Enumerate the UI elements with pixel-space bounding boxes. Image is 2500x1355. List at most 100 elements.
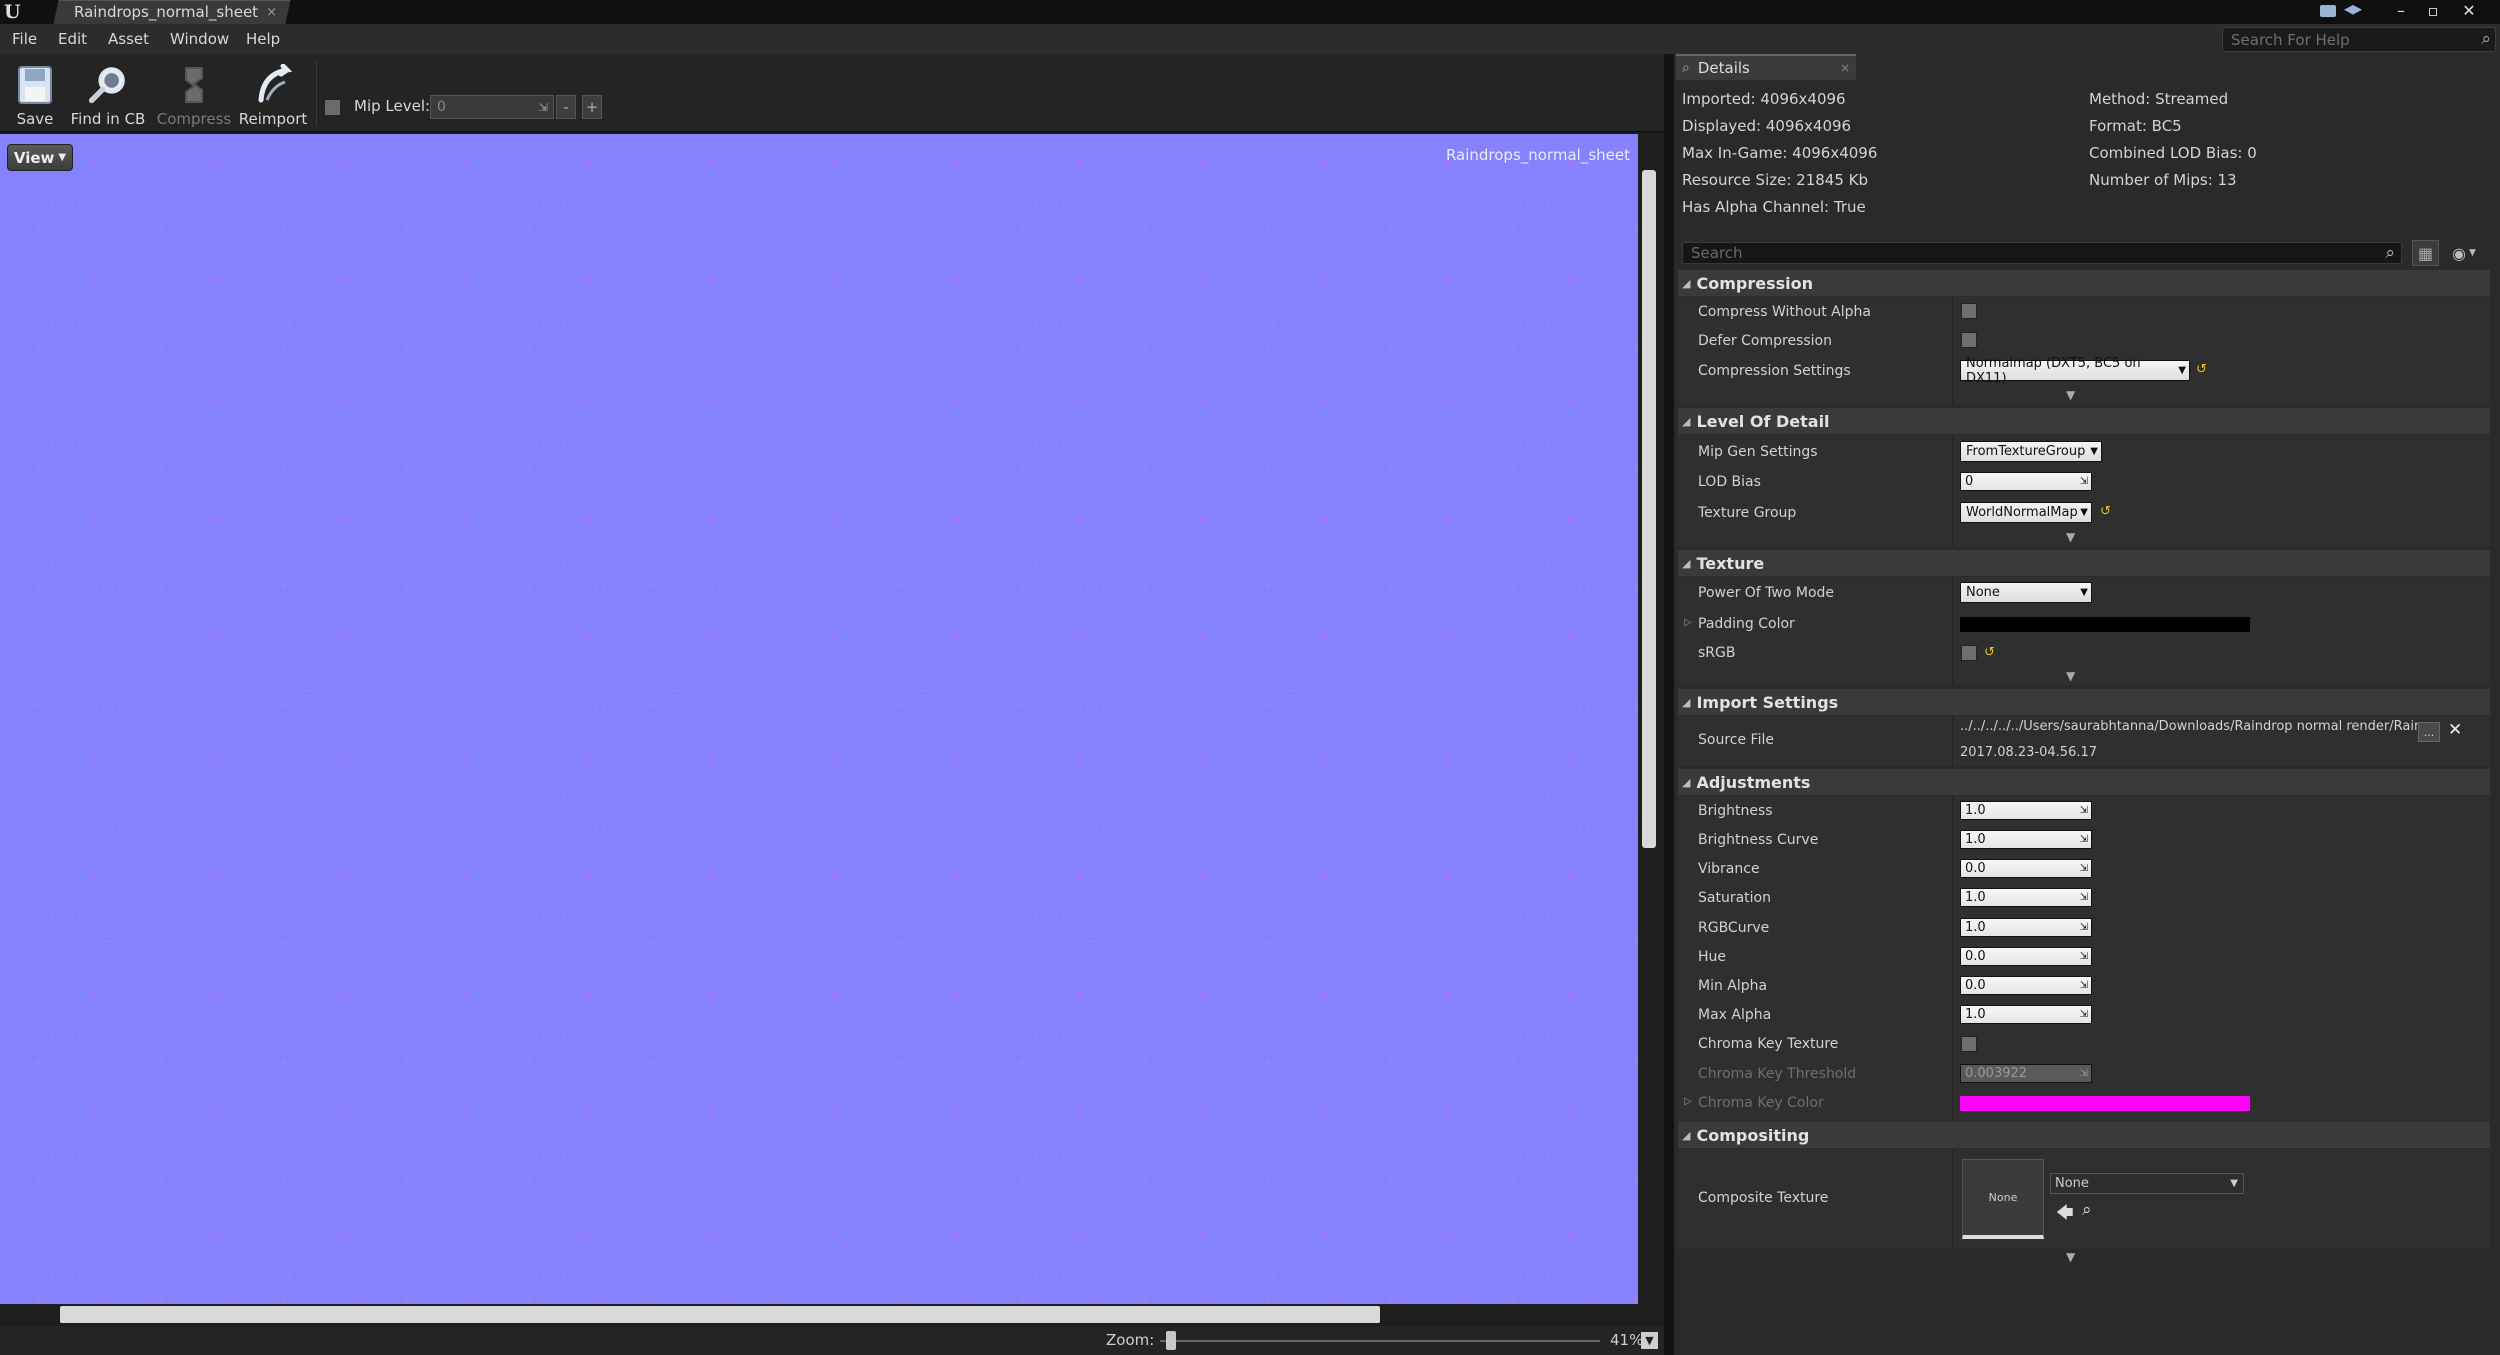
details-search-input[interactable]: Search ⌕ [1682, 242, 2402, 264]
info-displayed: Displayed: 4096x4096 [1682, 117, 1852, 135]
chroma-key-texture-checkbox[interactable] [1961, 1036, 1977, 1052]
find-in-cb-button[interactable]: Find in CB [70, 56, 146, 132]
maximize-button[interactable]: ▫ [2420, 0, 2446, 20]
compress-without-alpha-checkbox[interactable] [1961, 303, 1977, 319]
rgb-curve-value: 1.0 [1965, 920, 1986, 935]
saturation-input[interactable]: 1.0 ⇲ [1960, 888, 2092, 907]
brightness-input[interactable]: 1.0 ⇲ [1960, 801, 2092, 820]
label-max-alpha: Max Alpha [1698, 1007, 1772, 1023]
power-of-two-dropdown[interactable]: None ▼ [1960, 582, 2092, 603]
horizontal-scrollbar-thumb[interactable] [60, 1306, 1380, 1323]
compression-settings-dropdown[interactable]: Normalmap (DXT5, BC5 on DX11) ▼ [1960, 356, 2190, 386]
mip-level-checkbox[interactable] [324, 99, 341, 116]
learn-icon[interactable] [2344, 5, 2362, 15]
composite-texture-picker[interactable]: None ▼ [2050, 1173, 2244, 1194]
advanced-expand-icon[interactable]: ▼ [2066, 530, 2075, 544]
mip-plus-button[interactable]: + [582, 95, 602, 119]
menu-asset[interactable]: Asset [108, 24, 149, 54]
srgb-checkbox[interactable] [1961, 645, 1977, 661]
reimport-button[interactable]: Reimport [236, 56, 310, 132]
collapse-triangle-icon: ◢ [1682, 414, 1691, 428]
property-matrix-button[interactable]: ▦ [2412, 240, 2439, 266]
view-options-button[interactable]: ◉ ▼ [2444, 240, 2484, 266]
chevron-down-icon: ▼ [2178, 365, 2186, 376]
spinner-icon: ⇲ [2079, 863, 2088, 874]
lod-bias-input[interactable]: 0 ⇲ [1960, 472, 2092, 491]
details-tab[interactable]: ⌕ Details × [1676, 54, 1856, 80]
tab-close-icon[interactable]: × [266, 5, 277, 20]
compress-button[interactable]: Compress [157, 56, 231, 132]
advanced-expand-icon[interactable]: ▼ [2066, 388, 2075, 402]
reset-to-default-icon[interactable]: ↺ [1984, 645, 1995, 660]
zoom-dropdown-button[interactable]: ▼ [1641, 1332, 1658, 1349]
category-texture[interactable]: ◢ Texture [1678, 550, 2490, 576]
max-alpha-value: 1.0 [1965, 1007, 1986, 1022]
document-tab-label: Raindrops_normal_sheet [74, 3, 259, 21]
view-menu-button[interactable]: View ▼ [7, 144, 73, 171]
info-method: Method: Streamed [2089, 90, 2229, 108]
texture-group-dropdown[interactable]: WorldNormalMap ▼ [1960, 502, 2092, 523]
minimize-button[interactable]: – [2388, 0, 2414, 20]
label-padding-color: Padding Color [1698, 616, 1795, 632]
label-composite-texture: Composite Texture [1698, 1190, 1829, 1206]
composite-texture-thumbnail[interactable]: None [1962, 1159, 2044, 1239]
vertical-scrollbar-thumb[interactable] [1642, 170, 1656, 848]
category-adjustments[interactable]: ◢ Adjustments [1678, 769, 2490, 795]
document-tab[interactable]: Raindrops_normal_sheet × [62, 0, 288, 24]
use-selected-asset-icon[interactable]: 🡄 [2056, 1200, 2074, 1229]
clear-source-icon[interactable]: ✕ [2448, 720, 2462, 740]
advanced-expand-icon[interactable]: ▼ [2066, 669, 2075, 683]
reset-to-default-icon[interactable]: ↺ [2196, 362, 2207, 377]
panel-splitter[interactable] [1664, 54, 1674, 1355]
unreal-logo-icon[interactable]: U [4, 1, 30, 23]
reset-to-default-icon[interactable]: ↺ [2100, 504, 2111, 519]
category-compositing[interactable]: ◢ Compositing [1678, 1122, 2490, 1148]
help-search-input[interactable]: Search For Help ⌕ [2222, 27, 2496, 52]
vibrance-input[interactable]: 0.0 ⇲ [1960, 859, 2092, 878]
chat-icon[interactable] [2320, 5, 2336, 17]
zoom-value: 41% [1610, 1331, 1644, 1349]
chevron-down-icon: ▼ [2230, 1178, 2238, 1189]
expand-triangle-icon[interactable]: ▷ [1684, 617, 1692, 628]
mip-gen-value: FromTextureGroup [1966, 444, 2086, 459]
mip-minus-button[interactable]: - [556, 95, 576, 119]
mip-gen-settings-dropdown[interactable]: FromTextureGroup ▼ [1960, 441, 2102, 462]
label-hue: Hue [1698, 949, 1727, 965]
menu-edit[interactable]: Edit [58, 24, 87, 54]
menu-help[interactable]: Help [246, 24, 280, 54]
advanced-expand-icon[interactable]: ▼ [2066, 1250, 2075, 1264]
column-separator [1952, 796, 1953, 1122]
expand-triangle-icon[interactable]: ▷ [1684, 1096, 1692, 1107]
chevron-down-icon: ▼ [2080, 507, 2088, 518]
close-window-button[interactable]: ✕ [2456, 0, 2482, 20]
category-compression[interactable]: ◢ Compression [1678, 270, 2490, 296]
defer-compression-checkbox[interactable] [1961, 332, 1977, 348]
padding-color-swatch[interactable] [1960, 617, 2250, 632]
min-alpha-value: 0.0 [1965, 978, 1986, 993]
chroma-key-color-swatch[interactable] [1960, 1096, 2250, 1111]
category-import-settings[interactable]: ◢ Import Settings [1678, 689, 2490, 715]
min-alpha-input[interactable]: 0.0 ⇲ [1960, 976, 2092, 995]
texture-viewport[interactable] [0, 134, 1642, 1304]
menu-window[interactable]: Window [170, 24, 229, 54]
info-format: Format: BC5 [2089, 117, 2182, 135]
compression-settings-value: Normalmap (DXT5, BC5 on DX11) [1966, 355, 2141, 386]
chroma-key-threshold-input[interactable]: 0.003922 ⇲ [1960, 1064, 2092, 1083]
label-power-of-two-mode: Power Of Two Mode [1698, 585, 1835, 601]
rgb-curve-input[interactable]: 1.0 ⇲ [1960, 918, 2092, 937]
max-alpha-input[interactable]: 1.0 ⇲ [1960, 1005, 2092, 1024]
label-brightness: Brightness [1698, 803, 1773, 819]
brightness-curve-input[interactable]: 1.0 ⇲ [1960, 830, 2092, 849]
hue-input[interactable]: 0.0 ⇲ [1960, 947, 2092, 966]
mip-level-input[interactable]: 0 ⇲ [430, 95, 554, 119]
category-level-of-detail[interactable]: ◢ Level Of Detail [1678, 408, 2490, 434]
tab-close-icon[interactable]: × [1840, 61, 1850, 75]
zoom-slider-handle[interactable] [1166, 1331, 1176, 1350]
category-compositing-title: Compositing [1696, 1125, 1810, 1145]
browse-button[interactable]: ... [2418, 722, 2440, 742]
zoom-slider[interactable] [1160, 1340, 1600, 1342]
save-icon [15, 64, 55, 106]
save-button[interactable]: Save [10, 56, 60, 132]
browse-to-asset-icon[interactable]: ⌕ [2082, 1200, 2092, 1220]
menu-file[interactable]: File [12, 24, 37, 54]
